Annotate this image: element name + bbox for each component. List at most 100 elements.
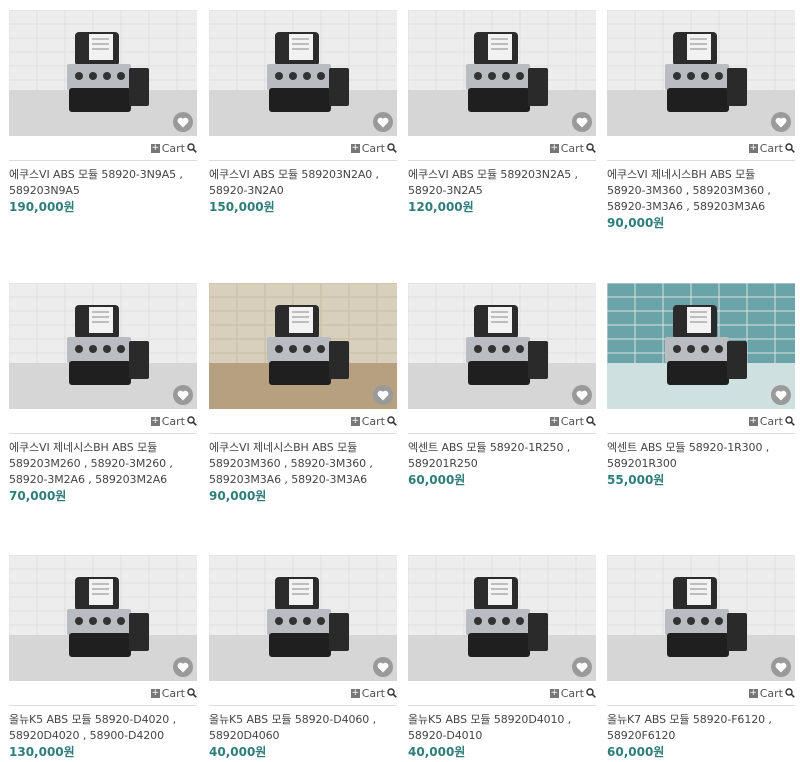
product-card[interactable]: + Cart 에쿠스VI ABS 모듈 589203N2A0 , 58920-3… — [209, 10, 397, 214]
product-price: 60,000원 — [408, 473, 466, 487]
cart-row: + Cart — [209, 136, 397, 161]
cart-button[interactable]: + Cart — [748, 687, 795, 700]
product-title[interactable]: 에쿠스VI 제네시스BH ABS 모듈 589203M360 , 58920-3… — [209, 440, 397, 488]
heart-icon[interactable] — [373, 112, 393, 132]
product-photo[interactable] — [607, 555, 795, 681]
product-title[interactable]: 올뉴K7 ABS 모듈 58920-F6120 , 58920F6120 — [607, 712, 795, 744]
product-photo[interactable] — [209, 555, 397, 681]
product-price: 55,000원 — [607, 473, 665, 487]
magnifier-icon — [785, 688, 795, 698]
product-price: 90,000원 — [209, 489, 267, 503]
cart-button[interactable]: + Cart — [748, 142, 795, 155]
product-photo[interactable] — [408, 10, 596, 136]
product-title[interactable]: 엑센트 ABS 모듈 58920-1R250 , 589201R250 — [408, 440, 596, 472]
cart-label: Cart — [560, 414, 584, 428]
abs-module-photo-graphic — [408, 555, 596, 681]
product-card[interactable]: + Cart 에쿠스VI 제네시스BH ABS 모듈 589203M360 , … — [209, 283, 397, 503]
cart-button[interactable]: + Cart — [549, 687, 596, 700]
magnifier-icon — [187, 416, 197, 426]
cart-button[interactable]: + Cart — [350, 687, 397, 700]
cart-row: + Cart — [408, 409, 596, 434]
magnifier-icon — [785, 416, 795, 426]
abs-module-photo-graphic — [209, 283, 397, 409]
heart-icon[interactable] — [373, 657, 393, 677]
cart-row: + Cart — [408, 136, 596, 161]
product-photo[interactable] — [9, 283, 197, 409]
heart-icon[interactable] — [771, 657, 791, 677]
abs-module-photo-graphic — [408, 283, 596, 409]
cart-button[interactable]: + Cart — [150, 415, 197, 428]
product-price: 150,000원 — [209, 200, 275, 214]
heart-icon[interactable] — [572, 657, 592, 677]
product-card[interactable]: + Cart 에쿠스VI ABS 모듈 58920-3N9A5 , 589203… — [9, 10, 197, 214]
cart-button[interactable]: + Cart — [150, 686, 197, 700]
magnifier-icon — [187, 143, 197, 153]
plus-icon: + — [549, 142, 559, 153]
product-price: 90,000원 — [607, 216, 665, 230]
product-card[interactable]: + Cart 올뉴K7 ABS 모듈 58920-F6120 , 58920F6… — [607, 555, 795, 759]
cart-label: Cart — [361, 414, 385, 428]
magnifier-icon — [586, 688, 596, 698]
product-card[interactable]: + Cart 올뉴K5 ABS 모듈 58920-D4020 , 58920D4… — [9, 555, 197, 759]
cart-button[interactable]: + Cart — [150, 142, 197, 155]
product-photo[interactable] — [209, 10, 397, 136]
product-photo[interactable] — [9, 555, 197, 681]
product-photo[interactable] — [408, 283, 596, 409]
product-price: 190,000원 — [9, 200, 75, 214]
plus-icon: + — [350, 415, 360, 426]
product-card[interactable]: + Cart 에쿠스VI 제네시스BH ABS 모듈 589203M260 , … — [9, 283, 197, 503]
heart-icon[interactable] — [572, 112, 592, 132]
product-title[interactable]: 에쿠스VI ABS 모듈 589203N2A0 , 58920-3N2A0 — [209, 167, 397, 199]
heart-icon[interactable] — [373, 385, 393, 405]
heart-icon[interactable] — [173, 657, 193, 677]
cart-button[interactable]: + Cart — [350, 414, 397, 428]
product-title[interactable]: 에쿠스VI ABS 모듈 589203N2A5 , 58920-3N2A5 — [408, 167, 596, 199]
cart-row: + Cart — [209, 409, 397, 434]
product-photo[interactable] — [209, 283, 397, 409]
abs-module-photo-graphic — [209, 555, 397, 681]
heart-icon[interactable] — [771, 112, 791, 132]
magnifier-icon — [586, 143, 596, 153]
cart-label: Cart — [759, 414, 783, 428]
abs-module-photo-graphic — [607, 283, 795, 409]
product-title[interactable]: 에쿠스VI ABS 모듈 58920-3N9A5 , 589203N9A5 — [9, 167, 197, 199]
cart-row: + Cart — [607, 136, 795, 161]
cart-button[interactable]: + Cart — [350, 142, 397, 155]
product-photo[interactable] — [607, 10, 795, 136]
product-card[interactable]: + Cart 올뉴K5 ABS 모듈 58920-D4060 , 58920D4… — [209, 555, 397, 759]
product-title[interactable]: 엑센트 ABS 모듈 58920-1R300 , 589201R300 — [607, 440, 795, 472]
magnifier-icon — [387, 143, 397, 153]
product-photo[interactable] — [408, 555, 596, 681]
cart-row: + Cart — [607, 409, 795, 434]
heart-icon[interactable] — [771, 385, 791, 405]
heart-icon[interactable] — [173, 112, 193, 132]
product-title[interactable]: 에쿠스VI 제네시스BH ABS 모듈 58920-3M360 , 589203… — [607, 167, 795, 215]
product-photo[interactable] — [607, 283, 795, 409]
product-title[interactable]: 올뉴K5 ABS 모듈 58920-D4060 , 58920D4060 — [209, 712, 397, 744]
cart-button[interactable]: + Cart — [748, 414, 795, 428]
product-title[interactable]: 에쿠스VI 제네시스BH ABS 모듈 589203M260 , 58920-3… — [9, 440, 197, 488]
plus-icon: + — [748, 415, 758, 426]
product-title[interactable]: 올뉴K5 ABS 모듈 58920D4010 , 58920-D4010 — [408, 712, 596, 744]
cart-row: + Cart — [9, 681, 197, 706]
product-card[interactable]: + Cart 엑센트 ABS 모듈 58920-1R250 , 589201R2… — [408, 283, 596, 487]
product-price: 40,000원 — [408, 745, 466, 759]
cart-button[interactable]: + Cart — [549, 414, 596, 428]
product-card[interactable]: + Cart 에쿠스VI ABS 모듈 589203N2A5 , 58920-3… — [408, 10, 596, 214]
heart-icon[interactable] — [572, 385, 592, 405]
cart-row: + Cart — [607, 681, 795, 706]
abs-module-photo-graphic — [607, 10, 795, 136]
heart-icon[interactable] — [173, 385, 193, 405]
cart-button[interactable]: + Cart — [549, 142, 596, 155]
product-price: 70,000원 — [9, 489, 67, 503]
plus-icon: + — [549, 415, 559, 426]
abs-module-photo-graphic — [9, 283, 197, 409]
plus-icon: + — [150, 687, 160, 698]
product-photo[interactable] — [9, 10, 197, 136]
cart-row: + Cart — [9, 136, 197, 161]
cart-label: Cart — [161, 686, 185, 700]
product-card[interactable]: + Cart 에쿠스VI 제네시스BH ABS 모듈 58920-3M360 ,… — [607, 10, 795, 230]
product-title[interactable]: 올뉴K5 ABS 모듈 58920-D4020 , 58920D4020 , 5… — [9, 712, 197, 744]
product-card[interactable]: + Cart 엑센트 ABS 모듈 58920-1R300 , 589201R3… — [607, 283, 795, 487]
product-card[interactable]: + Cart 올뉴K5 ABS 모듈 58920D4010 , 58920-D4… — [408, 555, 596, 759]
